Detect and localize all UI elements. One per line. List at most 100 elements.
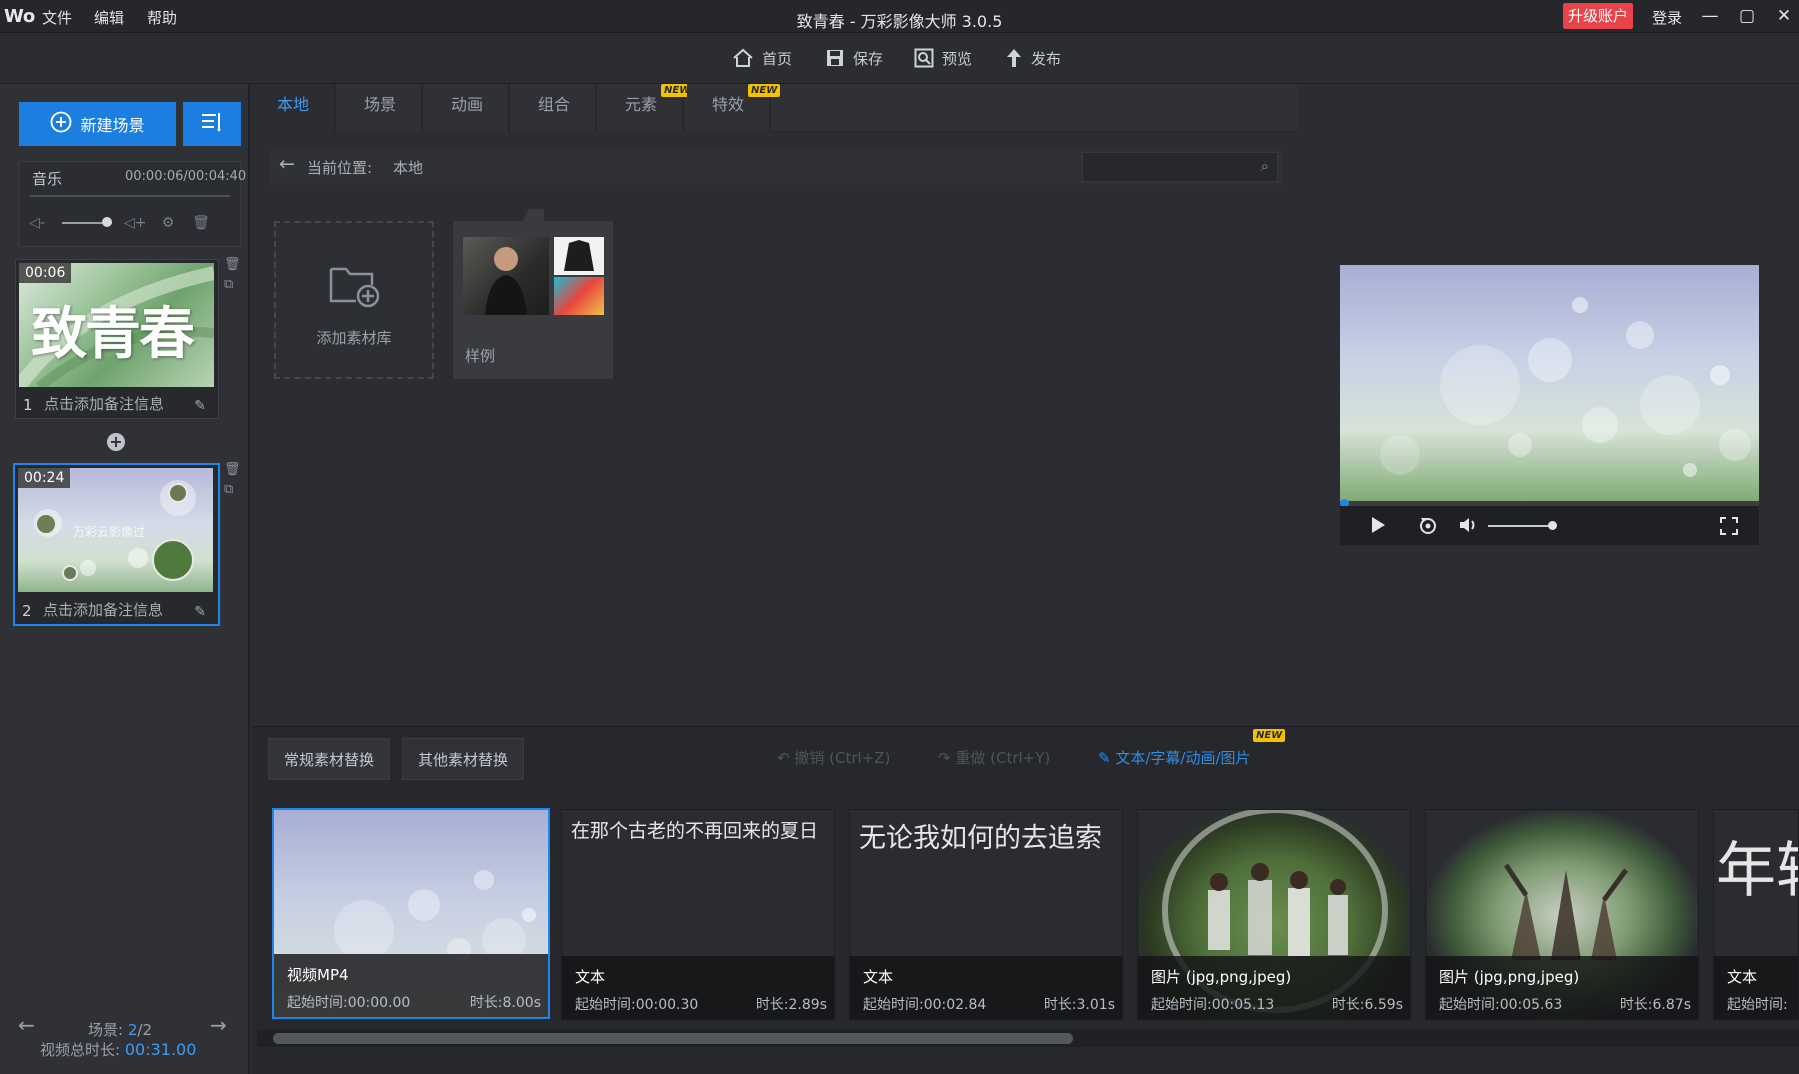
scene-1-title-text: 致青春 — [31, 301, 195, 367]
save-button[interactable]: 保存 — [825, 44, 883, 72]
redo-button[interactable]: ↷ 重做 (Ctrl+Y) — [938, 747, 1050, 768]
scene-1-note[interactable]: 点击添加备注信息 — [44, 393, 164, 414]
path-label: 当前位置: — [307, 159, 373, 177]
music-control: 音乐 00:00:06/00:04:40 ◁- ◁+ ⚙ 🗑 — [19, 161, 246, 247]
preview-icon — [914, 48, 934, 68]
scene-thumbnail-2[interactable]: 万彩云影像过 00:24 2 点击添加备注信息 ✎ — [13, 463, 220, 626]
card-caption: 文本 起始时间: — [1714, 956, 1798, 1019]
card-start-time: 起始时间:00:05.63 — [1439, 997, 1563, 1013]
volume-down-icon[interactable]: ◁- — [26, 212, 48, 234]
home-icon — [732, 48, 754, 68]
publish-label: 发布 — [1031, 49, 1062, 68]
publish-button[interactable]: 发布 — [1005, 44, 1061, 72]
scene-2-duration: 00:24 — [18, 468, 71, 488]
preview-frame — [1340, 265, 1759, 502]
volume-slider-handle[interactable] — [102, 217, 112, 227]
pencil-icon[interactable]: ✎ — [194, 398, 206, 414]
back-arrow-icon[interactable]: ← — [279, 153, 295, 175]
home-button[interactable]: 首页 — [732, 44, 792, 72]
preview-button[interactable]: 预览 — [914, 44, 972, 72]
card-caption: 视频MP4 起始时间:00:00.00 时长:8.00s — [274, 954, 548, 1017]
total-duration-label: 视频总时长: — [40, 1041, 121, 1059]
path-value[interactable]: 本地 — [393, 157, 423, 178]
sample-photo-colorful — [554, 277, 604, 315]
sample-photo-man — [463, 237, 549, 315]
material-panel: 本地 场景 动画 组合 元素 NEW 特效 NEW ← 当前位置: 本地 ⌕ — [252, 84, 1298, 726]
search-input[interactable]: ⌕ — [1082, 152, 1278, 182]
card-start-time: 起始时间: — [1727, 997, 1788, 1013]
text-subtitle-animation-button[interactable]: ✎ 文本/字幕/动画/图片 — [1098, 747, 1251, 768]
tab-animation[interactable]: 动画 — [426, 84, 510, 132]
add-folder-icon — [328, 263, 382, 313]
card-type: 图片 (jpg,png,jpeg) — [1151, 968, 1292, 986]
window-title: 致青春 - 万彩影像大师 3.0.5 — [796, 12, 1003, 31]
music-progress[interactable] — [30, 195, 230, 197]
scene-counter-label: 场景: — [88, 1021, 124, 1039]
sample-photo-jacket — [554, 237, 604, 275]
add-library-button[interactable]: 添加素材库 — [274, 221, 434, 379]
preview-volume-handle[interactable] — [1548, 521, 1557, 530]
horizontal-scrollbar[interactable] — [273, 1033, 1073, 1044]
scene-2-number: 2 — [22, 602, 32, 620]
fullscreen-icon[interactable] — [1719, 516, 1739, 540]
tab-scene[interactable]: 场景 — [339, 84, 423, 132]
new-scene-button[interactable]: 新建场景 — [19, 102, 176, 146]
scene-1-delete-icon[interactable]: 🗑 — [224, 257, 241, 272]
main-toolbar: 首页 保存 预览 发布 — [0, 34, 1799, 84]
search-icon[interactable]: ⌕ — [1261, 157, 1269, 175]
tab-other-replace[interactable]: 其他素材替换 — [402, 738, 525, 780]
undo-icon: ↶ — [777, 749, 795, 767]
card-duration: 时长:6.87s — [1619, 997, 1691, 1013]
replace-card-text-3[interactable]: 年轻 文本 起始时间: — [1713, 809, 1799, 1020]
volume-up-icon[interactable]: ◁+ — [124, 212, 147, 234]
card-type: 文本 — [863, 968, 894, 986]
close-button[interactable]: ✕ — [1770, 3, 1798, 29]
replace-card-text-2[interactable]: 无论我如何的去追索 文本 起始时间:00:02.84 时长:3.01s — [849, 809, 1123, 1020]
scene-2-copy-icon[interactable]: ⧉ — [224, 482, 233, 497]
prev-scene-arrow-icon[interactable]: ← — [18, 1013, 35, 1037]
tab-group[interactable]: 组合 — [513, 84, 597, 132]
maximize-button[interactable]: ▢ — [1733, 3, 1761, 29]
gear-icon[interactable]: ⚙ — [157, 212, 179, 234]
card-start-time: 起始时间:00:05.13 — [1151, 997, 1275, 1013]
preview-volume-slider[interactable] — [1488, 525, 1554, 527]
redo-label: 重做 (Ctrl+Y) — [955, 749, 1051, 767]
replace-card-image-2[interactable]: 图片 (jpg,png,jpeg) 起始时间:00:05.63 时长:6.87s — [1425, 809, 1699, 1020]
add-library-label: 添加素材库 — [316, 329, 392, 347]
scene-2-delete-icon[interactable]: 🗑 — [224, 462, 241, 477]
scene-2-note[interactable]: 点击添加备注信息 — [43, 599, 163, 620]
card-duration: 时长:3.01s — [1043, 997, 1115, 1013]
card-text-content: 年轻 — [1716, 836, 1798, 906]
minimize-button[interactable]: — — [1696, 3, 1724, 29]
scene-panel: 新建场景 音乐 00:00:06/00:04:40 ◁- ◁+ ⚙ 🗑 致青春 … — [0, 84, 250, 1074]
login-button[interactable]: 登录 — [1652, 7, 1682, 28]
card-type: 文本 — [1727, 968, 1758, 986]
trash-icon[interactable]: 🗑 — [190, 212, 212, 234]
replay-icon[interactable] — [1418, 515, 1438, 539]
undo-button[interactable]: ↶ 撤销 (Ctrl+Z) — [777, 747, 890, 768]
scene-list-button[interactable] — [183, 102, 241, 146]
volume-icon[interactable] — [1458, 516, 1478, 538]
redo-icon: ↷ — [938, 749, 956, 767]
upgrade-account-button[interactable]: 升级账户 — [1563, 3, 1633, 29]
pencil-icon[interactable]: ✎ — [194, 604, 206, 620]
replace-card-text-1[interactable]: 在那个古老的不再回来的夏日 文本 起始时间:00:00.30 时长:2.89s — [561, 809, 835, 1020]
scene-1-copy-icon[interactable]: ⧉ — [224, 277, 233, 292]
tab-local[interactable]: 本地 — [252, 84, 336, 132]
video-preview[interactable] — [1340, 265, 1759, 545]
scene-thumbnail-1[interactable]: 致青春 00:06 1 点击添加备注信息 ✎ — [15, 259, 219, 419]
sample-folder[interactable]: 样例 — [453, 209, 613, 379]
replace-card-video[interactable]: 视频MP4 起始时间:00:00.00 时长:8.00s — [272, 808, 550, 1019]
play-icon[interactable] — [1370, 516, 1386, 538]
replace-card-image-1[interactable]: 图片 (jpg,png,jpeg) 起始时间:00:05.13 时长:6.59s — [1137, 809, 1411, 1020]
next-scene-arrow-icon[interactable]: → — [210, 1013, 227, 1037]
title-bar: Wᴏ 文件 编辑 帮助 致青春 - 万彩影像大师 3.0.5 升级账户 登录 —… — [0, 0, 1799, 33]
tab-common-replace[interactable]: 常规素材替换 — [268, 738, 391, 780]
replace-panel: 常规素材替换 其他素材替换 ↶ 撤销 (Ctrl+Z) ↷ 重做 (Ctrl+Y… — [252, 726, 1799, 1074]
add-scene-icon[interactable]: + — [107, 433, 125, 451]
scene-counter-total: /2 — [137, 1021, 152, 1039]
card-start-time: 起始时间:00:02.84 — [863, 997, 987, 1013]
preview-label: 预览 — [942, 49, 973, 68]
scene-1-duration: 00:06 — [19, 263, 72, 283]
card-start-time: 起始时间:00:00.30 — [575, 997, 699, 1013]
